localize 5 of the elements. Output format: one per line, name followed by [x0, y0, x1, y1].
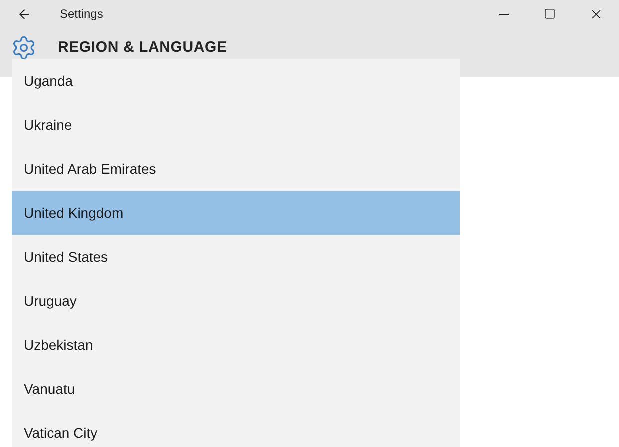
window-title: Settings	[60, 6, 104, 23]
settings-icon	[11, 35, 37, 61]
page-heading: REGION & LANGUAGE	[58, 38, 228, 58]
country-option[interactable]: United Kingdom	[12, 191, 460, 235]
maximize-icon	[544, 8, 556, 20]
